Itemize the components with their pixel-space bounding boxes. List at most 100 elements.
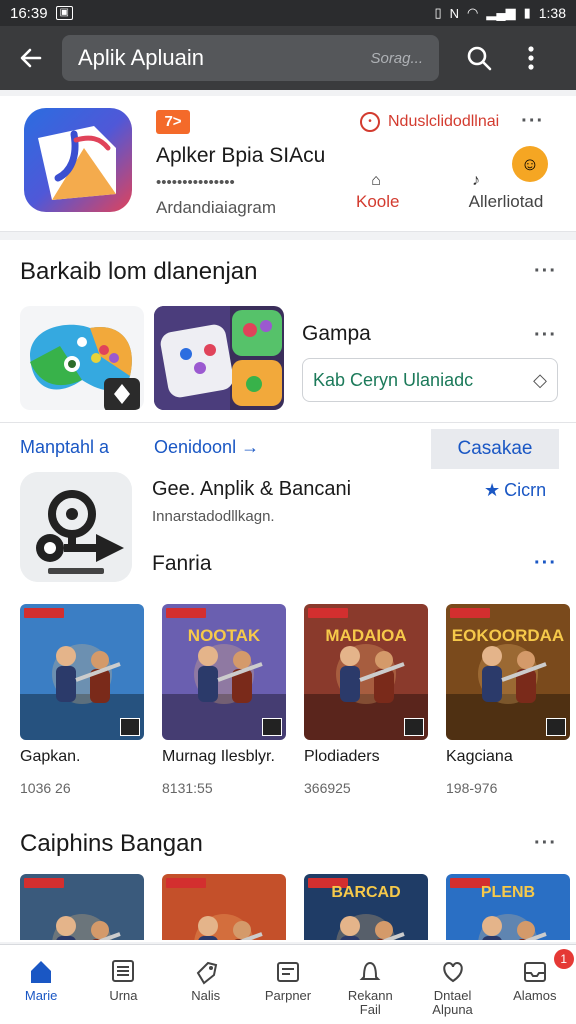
- app-logo-icon: [24, 108, 132, 212]
- new-tag: [450, 608, 490, 618]
- link-mid[interactable]: Oenidoonl →: [154, 437, 259, 458]
- promo-badge: 7>: [156, 110, 190, 134]
- casakae-button[interactable]: Casakae: [431, 429, 559, 469]
- emoji-badge-icon[interactable]: ☺: [512, 146, 548, 182]
- game-art: BARCAD: [304, 874, 428, 940]
- new-tag: [308, 608, 348, 618]
- alert-row[interactable]: • Nduslclidodllnai ···: [360, 110, 544, 133]
- game-art: [20, 874, 144, 940]
- more-horiz-icon[interactable]: ···: [521, 110, 544, 133]
- gamepad-thumbnail[interactable]: [20, 306, 144, 410]
- nav-label: Rekann Fail: [347, 988, 393, 1017]
- age-rating-icon: [262, 718, 282, 736]
- bottom-navigation: Marie Urna Nalis Parpner Rekann Fail Dntael Alp…: [0, 944, 576, 1024]
- status-bar: 16:39 ▣ ▯ N ◠ ▂▄▆ ▮ 1:38: [0, 0, 576, 26]
- wifi-icon: ◠: [467, 5, 479, 20]
- game-card[interactable]: [162, 874, 286, 940]
- game-title: Plodiaders: [304, 748, 380, 765]
- more-horiz-icon[interactable]: ···: [534, 260, 557, 283]
- game-card[interactable]: BARCAD: [304, 874, 428, 940]
- photo-icon: ▣: [55, 6, 73, 20]
- link-left[interactable]: Manptahl a: [20, 437, 109, 458]
- game-art: [20, 604, 144, 740]
- rating-label: Cicrn: [504, 480, 547, 500]
- section-title-recommend: Barkaib lom dlanenjan: [20, 258, 258, 285]
- new-tag: [24, 608, 64, 618]
- more-horiz-icon[interactable]: ···: [534, 832, 557, 855]
- game-card[interactable]: [20, 874, 144, 940]
- game-art: PLENB: [446, 874, 570, 940]
- app-developer: Ardandiaiagram: [156, 198, 277, 217]
- arrow-right-icon: →: [241, 437, 260, 457]
- nav-item[interactable]: Urna: [82, 945, 164, 1024]
- home-icon: [27, 955, 55, 989]
- new-tag: [166, 608, 206, 618]
- game-meta: 198-976: [446, 780, 498, 796]
- stat-mid-label: Koole: [356, 192, 400, 211]
- recommend-section: Barkaib lom dlanenjan ··· Gampa ··· Kab …: [0, 240, 576, 430]
- nav-item[interactable]: Alamos 1: [494, 945, 576, 1024]
- battery-icon: ▮: [523, 5, 531, 20]
- nav-item[interactable]: Parpner: [247, 945, 329, 1024]
- nav-label: Parpner: [264, 988, 312, 1003]
- game-card[interactable]: NOOTAK Murnag Ilesblyr. 8131:55: [162, 604, 286, 796]
- age-rating-icon: [120, 718, 140, 736]
- game-card[interactable]: EOKOORDAA Kagciana 198-976: [446, 604, 570, 796]
- nav-label: Dntael Alpuna: [432, 988, 473, 1017]
- stat-mid: ⌂ Koole: [356, 172, 400, 212]
- arrow-left-icon: [20, 48, 42, 68]
- tag-icon: [192, 955, 220, 989]
- alert-icon: •: [360, 111, 380, 132]
- list-icon: [109, 955, 137, 989]
- status-time-left: 16:39: [10, 4, 48, 22]
- status-time-right: 1:38: [538, 5, 566, 21]
- more-horiz-icon[interactable]: ···: [534, 324, 557, 347]
- nav-label: Nalis: [191, 988, 221, 1003]
- search-field[interactable]: Aplik Apluain Sorag...: [62, 35, 439, 81]
- game-meta: 366925: [304, 780, 351, 796]
- bell-icon: [356, 955, 384, 989]
- overflow-menu-button[interactable]: [505, 26, 557, 90]
- search-button[interactable]: [453, 26, 505, 90]
- signal-icon: ▂▄▆: [486, 5, 516, 20]
- back-button[interactable]: [0, 26, 62, 90]
- link-mid-text: Oenidoonl: [154, 437, 237, 457]
- nav-label: Urna: [109, 988, 138, 1003]
- nav-item[interactable]: Marie: [0, 945, 82, 1024]
- links-row: Manptahl a Oenidoonl → Casakae: [0, 422, 576, 472]
- new-tag: [166, 878, 206, 888]
- top-app-bar: Aplik Apluain Sorag...: [0, 26, 576, 90]
- game-card[interactable]: MADAIOA Plodiaders 366925: [304, 604, 428, 796]
- inbox-icon: [521, 955, 549, 989]
- games-thumbnail[interactable]: [154, 306, 284, 410]
- heart-icon: [439, 955, 467, 989]
- app-screen: 16:39 ▣ ▯ N ◠ ▂▄▆ ▮ 1:38 Aplik Apluain S…: [0, 0, 576, 1024]
- star-icon: ★: [484, 480, 501, 500]
- chip-text: Kab Ceryn Ulaniadc: [313, 369, 474, 390]
- gampa-label: Gampa: [302, 322, 371, 345]
- nav-item[interactable]: Rekann Fail: [329, 945, 411, 1024]
- search-query-text: Aplik Apluain: [78, 45, 204, 70]
- game-card[interactable]: Gapkan. 1036 26: [20, 604, 144, 796]
- more-horiz-icon[interactable]: ···: [534, 552, 557, 575]
- game-title: Gapkan.: [20, 748, 81, 765]
- game-art: MADAIOA: [304, 604, 428, 740]
- chip-selector[interactable]: Kab Ceryn Ulaniadc ◇: [302, 358, 558, 402]
- app-row-title: Gee. Anplik & Bancani: [152, 478, 352, 500]
- app-row[interactable]: Gee. Anplik & Bancani Innarstadodllkagn.…: [0, 472, 576, 592]
- game-title: Kagciana: [446, 748, 513, 765]
- game-art-title: NOOTAK: [187, 626, 261, 645]
- rating-button[interactable]: ★ Cicrn: [484, 480, 546, 501]
- game-card[interactable]: PLENB: [446, 874, 570, 940]
- age-rating-icon: [546, 718, 566, 736]
- game-art-title: BARCAD: [331, 884, 401, 901]
- game-title: Murnag Ilesblyr.: [162, 748, 275, 765]
- featured-app-card[interactable]: 7> • Nduslclidodllnai ··· Aplker Bpia SI…: [0, 96, 576, 232]
- game-art: NOOTAK: [162, 604, 286, 740]
- nav-item[interactable]: Dntael Alpuna: [411, 945, 493, 1024]
- nav-item[interactable]: Nalis: [165, 945, 247, 1024]
- games-area: Gapkan. 1036 26 NOOTAK Murnag Ilesblyr. 8131…: [0, 592, 576, 942]
- app-row-subtitle: Innarstadodllkagn.: [152, 508, 275, 525]
- game-meta: 1036 26: [20, 780, 71, 796]
- game-art: [162, 874, 286, 940]
